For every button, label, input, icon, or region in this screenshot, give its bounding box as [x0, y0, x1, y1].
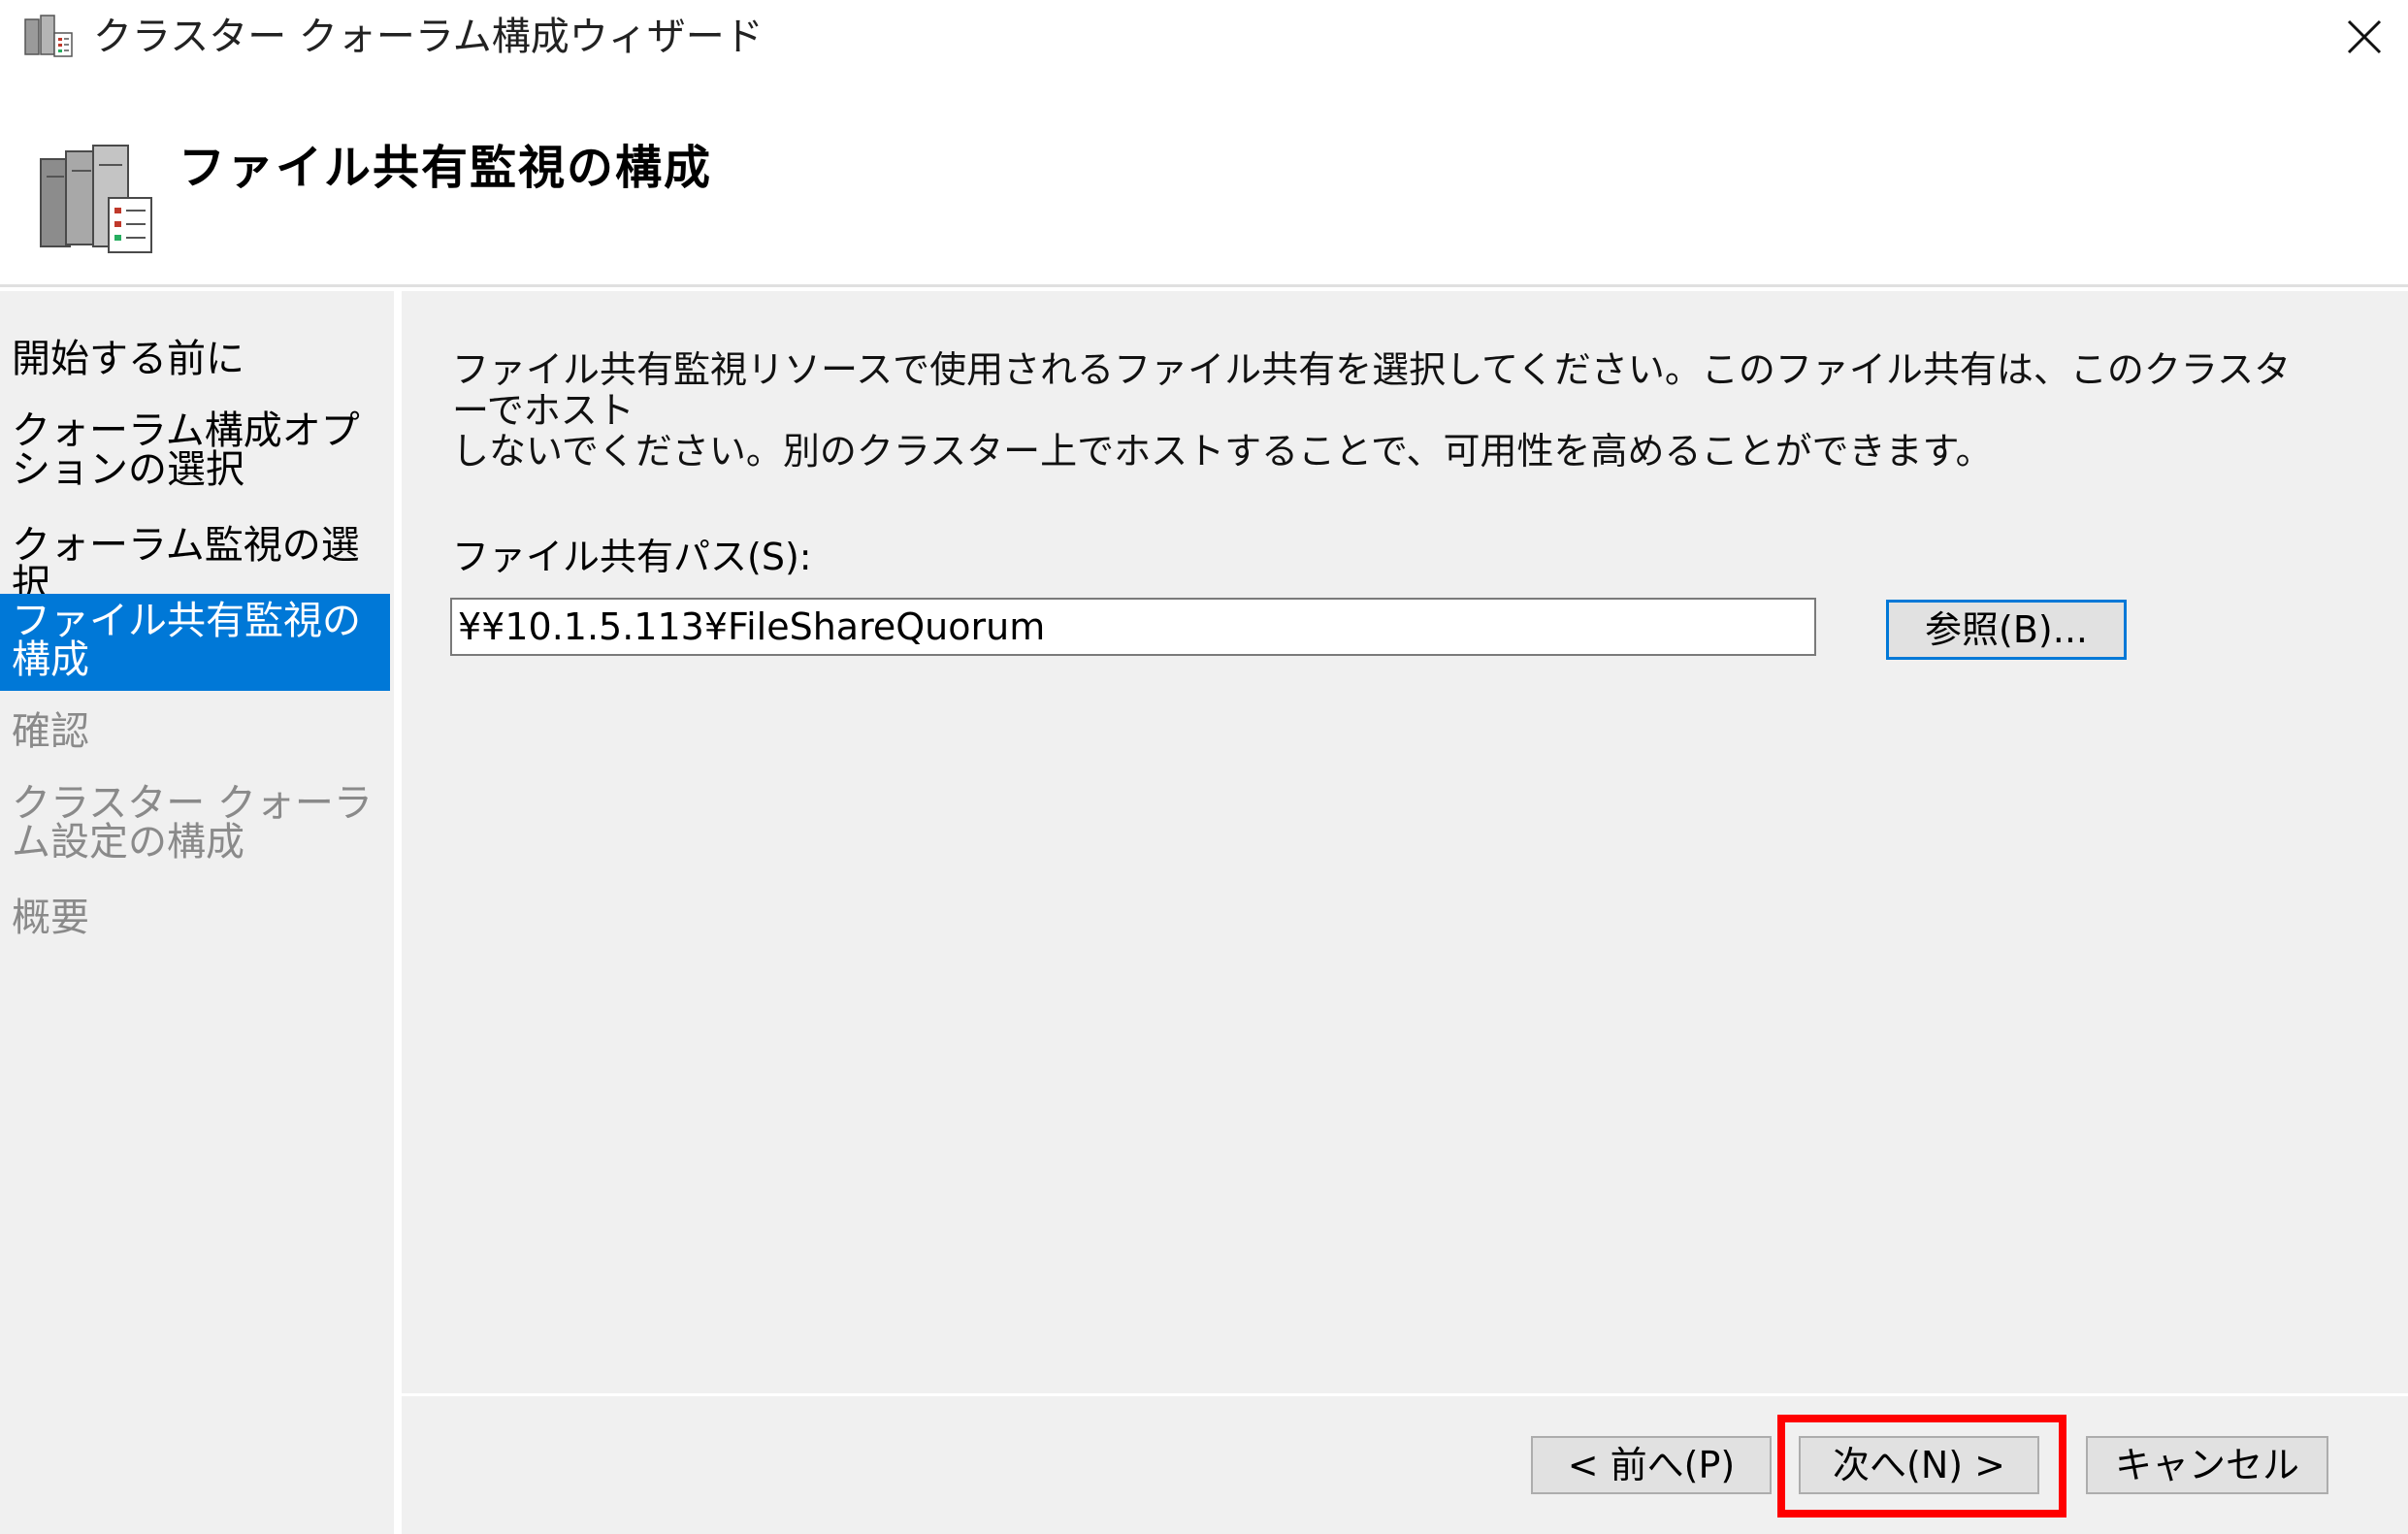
wizard-header: ファイル共有監視の構成 [0, 74, 2408, 285]
page-title: ファイル共有監視の構成 [179, 141, 713, 195]
window-title: クラスター クォーラム構成ウィザード [93, 15, 764, 59]
cluster-app-icon [24, 15, 73, 57]
next-button[interactable]: 次へ(N) > [1799, 1436, 2039, 1494]
title-bar: クラスター クォーラム構成ウィザード [0, 0, 2408, 74]
wizard-footer: < 前へ(P) 次へ(N) > キャンセル [402, 1393, 2408, 1534]
file-share-path-label: ファイル共有パス(S): [452, 536, 812, 578]
step-select-quorum-option[interactable]: クォーラム構成オプションの選択 [0, 411, 390, 489]
instruction-line-2: しないでください。別のクラスター上でホストすることで、可用性を高めることができま… [452, 430, 1993, 473]
step-confirmation: 確認 [12, 709, 89, 754]
step-summary: 概要 [12, 896, 89, 940]
instruction-line-1: ファイル共有監視リソースで使用されるファイル共有を選択してください。このファイル… [452, 348, 2292, 432]
step-configure-cluster-quorum-settings: クラスター クォーラム設定の構成 [12, 781, 373, 865]
step-select-quorum-witness[interactable]: クォーラム監視の選択 [0, 526, 390, 604]
close-button[interactable] [2321, 0, 2408, 74]
cluster-wizard-icon [40, 145, 152, 253]
previous-button[interactable]: < 前へ(P) [1531, 1436, 1772, 1494]
wizard-content: ファイル共有監視リソースで使用されるファイル共有を選択してください。このファイル… [402, 291, 2408, 1393]
sidebar-divider [394, 291, 402, 1534]
step-before-you-begin[interactable]: 開始する前に [0, 340, 390, 378]
instruction-text: ファイル共有監視リソースで使用されるファイル共有を選択してください。このファイル… [452, 349, 2295, 472]
step-configure-file-share-witness[interactable]: ファイル共有監視の構成 [0, 594, 390, 691]
file-share-path-input[interactable]: ¥¥10.1.5.113¥FileShareQuorum [450, 598, 1816, 656]
header-divider [0, 284, 2408, 287]
browse-button[interactable]: 参照(B)... [1886, 600, 2127, 660]
wizard-steps-sidebar: 開始する前に クォーラム構成オプションの選択 クォーラム監視の選択 ファイル共有… [0, 291, 394, 1534]
cancel-button[interactable]: キャンセル [2086, 1436, 2328, 1494]
close-icon [2347, 19, 2382, 54]
